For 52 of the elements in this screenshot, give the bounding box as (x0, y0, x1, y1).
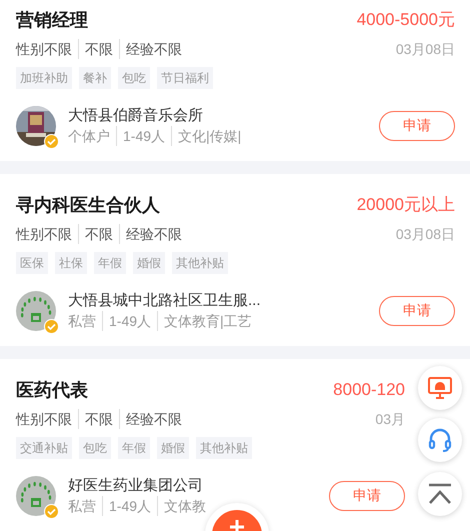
benefit-tag: 其他补贴 (196, 437, 252, 459)
requirement: 不限 (78, 409, 119, 429)
benefit-tag: 年假 (118, 437, 150, 459)
benefit-tag: 交通补贴 (16, 437, 72, 459)
benefit-tag: 婚假 (133, 252, 165, 274)
benefit-tag: 年假 (94, 252, 126, 274)
company-detail: 文化|传媒| (171, 126, 248, 146)
requirement: 性别不限 (16, 410, 73, 429)
job-title: 医药代表 (16, 379, 88, 402)
job-title: 寻内科医生合伙人 (16, 194, 160, 217)
company-detail: 私营 (68, 497, 97, 516)
job-title: 营销经理 (16, 9, 88, 32)
benefit-tag: 加班补助 (16, 67, 72, 89)
plus-icon (230, 520, 244, 531)
benefit-tag: 其他补贴 (172, 252, 228, 274)
job-card[interactable]: 医药代表 8000-120 性别不限 不限 经验不限 03月 交通补贴 包吃 年假 婚假 其他补贴 好医生药业集团公司 私营 1-49人 文体教 申请 (0, 359, 470, 531)
company-name: 大悟县城中北路社区卫生服... (68, 291, 262, 311)
job-card[interactable]: 寻内科医生合伙人 20000元以上 性别不限 不限 经验不限 03月08日 医保 社保 年假 婚假 其他补贴 大悟县城中北路社区卫生服... 私营 1-49人 文体教育|工艺 申请 (0, 174, 470, 346)
requirement: 不限 (78, 39, 119, 59)
company-detail: 1-49人 (102, 496, 158, 516)
salary: 4000-5000元 (356, 9, 455, 31)
benefit-tag: 节日福利 (157, 67, 213, 89)
company-detail: 1-49人 (102, 311, 158, 331)
headset-icon (428, 427, 452, 453)
company-detail: 个体户 (68, 127, 111, 146)
company-detail: 私营 (68, 312, 97, 331)
company-name: 好医生药业集团公司 (68, 476, 204, 496)
benefit-tag: 社保 (55, 252, 87, 274)
salary: 8000-120 (333, 379, 405, 401)
salary: 20000元以上 (356, 194, 455, 216)
back-to-top-icon (428, 483, 452, 505)
company-detail: 1-49人 (116, 126, 172, 146)
job-card[interactable]: 营销经理 4000-5000元 性别不限 不限 经验不限 03月08日 加班补助 餐补 包吃 节日福利 大悟县伯爵音乐会所 个体户 1-49人 文化|传媒| 申请 (0, 0, 470, 161)
post-date: 03月08日 (396, 40, 455, 59)
requirement: 性别不限 (16, 225, 73, 244)
requirement: 经验不限 (119, 39, 188, 59)
logo-icon (16, 476, 56, 516)
requirement: 性别不限 (16, 40, 73, 59)
benefit-tag: 包吃 (79, 437, 111, 459)
benefit-tag: 婚假 (157, 437, 189, 459)
requirement: 经验不限 (119, 409, 188, 429)
company-name: 大悟县伯爵音乐会所 (68, 106, 204, 126)
benefit-tag: 餐补 (79, 67, 111, 89)
requirement: 不限 (78, 224, 119, 244)
post-date: 03月08日 (396, 225, 455, 244)
logo-icon (16, 290, 56, 330)
monitor-icon (428, 377, 452, 399)
benefit-tag: 包吃 (118, 67, 150, 89)
company-detail: 文体教育|工艺 (157, 311, 258, 331)
benefit-tag: 医保 (16, 252, 48, 274)
requirement: 经验不限 (119, 224, 188, 244)
post-date: 03月 (375, 410, 405, 429)
